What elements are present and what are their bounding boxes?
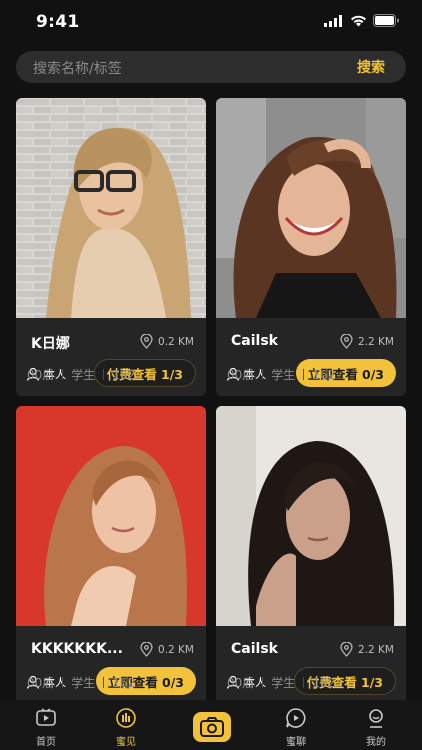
job-tag: 学生 (71, 676, 96, 690)
height-tag: 162 (112, 367, 136, 382)
battery-icon (373, 14, 399, 27)
profile-photo[interactable] (216, 406, 406, 626)
search-button[interactable]: 搜索 (357, 57, 385, 77)
distance-value: 0.2 KM (158, 335, 194, 348)
location-pin-icon (340, 334, 353, 349)
distance: 2.2 KM (340, 334, 394, 349)
tab-discover[interactable]: 蜜见 (96, 706, 156, 748)
divider (262, 677, 264, 688)
distance-value: 0.2 KM (158, 643, 194, 656)
divider (262, 369, 264, 380)
divider (103, 677, 105, 688)
age-tag: 00后 (27, 676, 55, 690)
profile-photo[interactable] (16, 98, 206, 318)
location-pin-icon (140, 334, 153, 349)
profile-name: Cailsk (231, 333, 278, 349)
camera-icon (200, 717, 224, 737)
tab-label: 蜜见 (116, 737, 136, 748)
height-tag: 162 (312, 675, 336, 690)
profile-meta: 00后 学生 162 (27, 366, 135, 383)
profile-name: KKKKKKK... (31, 641, 123, 657)
tab-chat[interactable]: 蜜聊 (266, 706, 326, 748)
profile-photo[interactable] (216, 98, 406, 318)
job-tag: 学生 (271, 676, 296, 690)
tab-home[interactable]: 首页 (16, 706, 76, 748)
wifi-icon (351, 15, 366, 26)
location-pin-icon (340, 642, 353, 657)
profile-card[interactable]: 本人 付费查看 1/3 K日娜 0.2 KM 00后 学生 162 (16, 98, 206, 396)
profile-photo[interactable] (16, 406, 206, 626)
height-tag: 162 (112, 675, 136, 690)
profile-card[interactable]: 本人 立即查看 0/3 Cailsk 2.2 KM 00后 学生 162 (216, 98, 406, 396)
distance: 2.2 KM (340, 642, 394, 657)
profile-card[interactable]: 本人 立即查看 0/3 KKKKKKK... 0.2 KM 00后 学生 162 (16, 406, 206, 704)
profile-meta: 00后 学生 162 (227, 366, 335, 383)
tab-label: 首页 (36, 737, 56, 748)
height-tag: 162 (312, 367, 336, 382)
tab-profile[interactable]: 我的 (346, 706, 406, 748)
age-tag: 00后 (27, 368, 55, 382)
profile-icon (369, 709, 383, 728)
distance: 0.2 KM (140, 334, 194, 349)
chat-icon (286, 708, 306, 728)
divider (62, 369, 64, 380)
divider (62, 677, 64, 688)
divider (303, 369, 305, 380)
age-tag: 00后 (227, 676, 255, 690)
status-time: 9:41 (36, 12, 80, 32)
distance: 0.2 KM (140, 642, 194, 657)
signal-icon (324, 14, 342, 27)
tab-label: 蜜聊 (286, 737, 306, 748)
job-tag: 学生 (71, 368, 96, 382)
divider (303, 677, 305, 688)
profile-meta: 00后 学生 162 (227, 674, 335, 691)
search-input[interactable]: 搜索名称/标签 (33, 58, 122, 78)
job-tag: 学生 (271, 368, 296, 382)
tv-icon (36, 708, 56, 726)
profile-card[interactable]: 本人 付费查看 1/3 Cailsk 2.2 KM 00后 学生 162 (216, 406, 406, 704)
status-bar: 9:41 (0, 0, 422, 44)
distance-value: 2.2 KM (358, 335, 394, 348)
camera-button[interactable] (193, 712, 231, 742)
search-bar[interactable]: 搜索名称/标签 搜索 (16, 51, 406, 83)
location-pin-icon (140, 642, 153, 657)
distance-value: 2.2 KM (358, 643, 394, 656)
profile-name: Cailsk (231, 641, 278, 657)
tab-label: 我的 (366, 737, 386, 748)
profile-name: K日娜 (31, 336, 70, 352)
profile-meta: 00后 学生 162 (27, 674, 135, 691)
divider (103, 369, 105, 380)
age-tag: 00后 (227, 368, 255, 382)
bars-icon (116, 708, 136, 728)
status-icons (324, 14, 400, 27)
